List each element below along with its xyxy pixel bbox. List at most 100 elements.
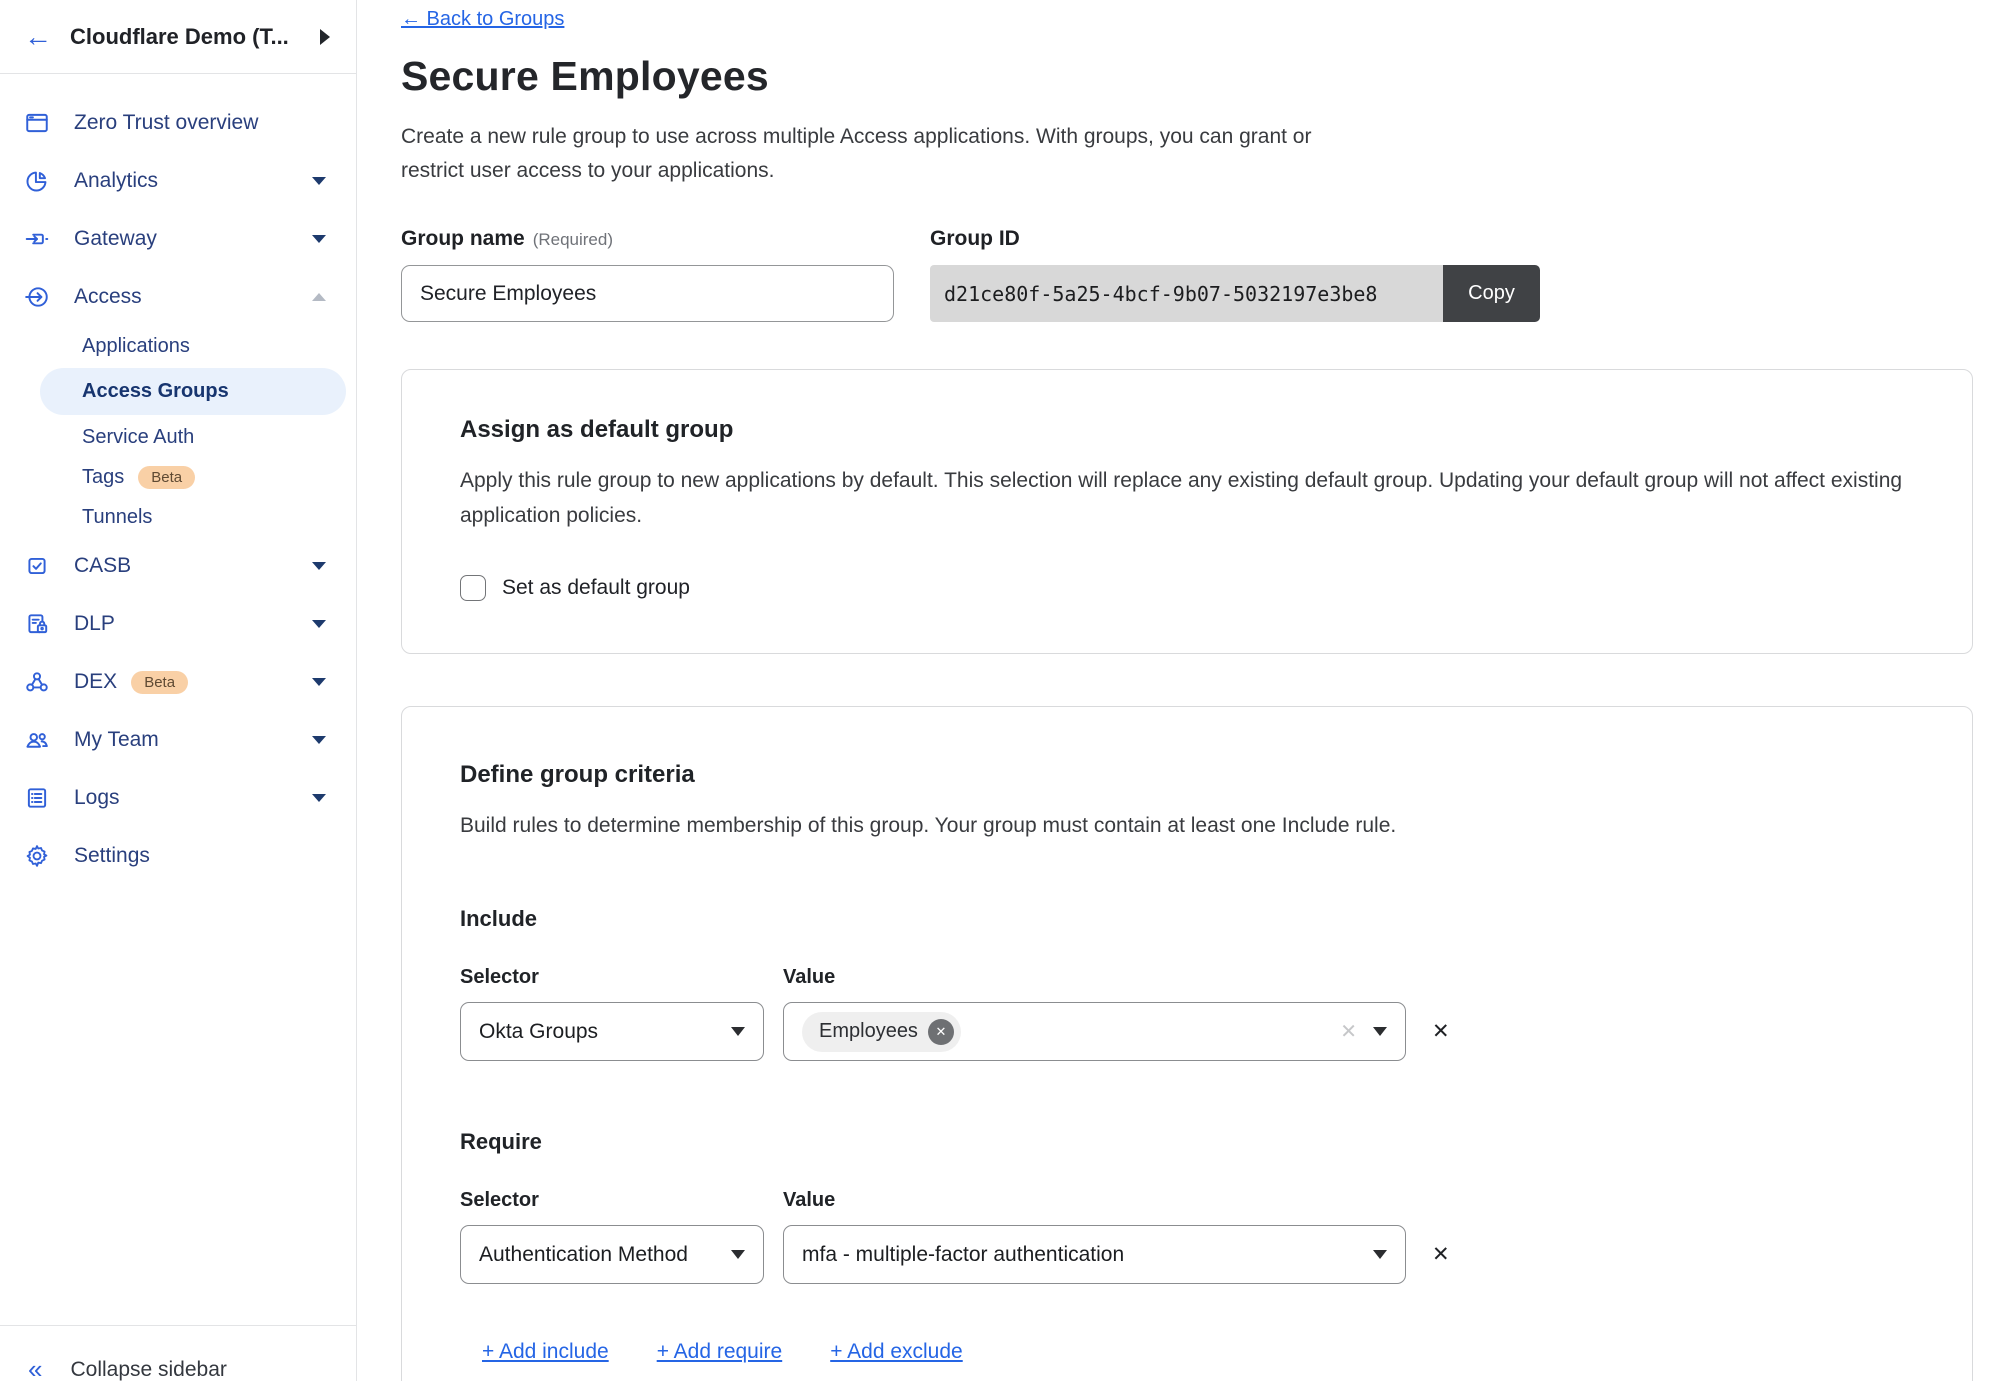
- set-default-group-label: Set as default group: [502, 576, 690, 600]
- sidebar-item-access-groups[interactable]: Access Groups: [40, 368, 346, 415]
- criteria-card-description: Build rules to determine membership of t…: [460, 809, 1914, 844]
- chevron-down-icon: [1373, 1250, 1387, 1259]
- group-identity-row: Group name (Required) Group ID d21ce80f-5…: [401, 227, 1971, 322]
- list-icon: [24, 784, 52, 812]
- sidebar-item-label: Analytics: [74, 169, 312, 193]
- casb-check-box-icon: [24, 552, 52, 580]
- chevron-down-icon[interactable]: [312, 678, 326, 686]
- include-heading: Include: [460, 906, 1914, 932]
- group-name-input[interactable]: [401, 265, 894, 322]
- sidebar-item-label: My Team: [74, 728, 312, 752]
- back-to-groups-link[interactable]: ← Back to Groups: [401, 8, 564, 31]
- group-name-field-group: Group name (Required): [401, 227, 894, 322]
- collapse-sidebar-label: Collapse sidebar: [70, 1358, 226, 1381]
- require-value-label: Value: [783, 1189, 835, 1212]
- sidebar-item-label: Access: [74, 285, 312, 309]
- beta-badge: Beta: [131, 671, 188, 694]
- default-group-card-title: Assign as default group: [460, 416, 1914, 444]
- sidebar-item-my-team[interactable]: My Team: [0, 711, 356, 769]
- sidebar-item-applications[interactable]: Applications: [0, 326, 356, 366]
- browser-window-icon: [24, 109, 52, 137]
- chip-remove-icon[interactable]: ✕: [928, 1019, 954, 1045]
- sidebar-item-dex[interactable]: DEX Beta: [0, 653, 356, 711]
- sidebar-header: ← Cloudflare Demo (T...: [0, 0, 356, 74]
- value-chip-label: Employees: [819, 1020, 918, 1043]
- group-id-label: Group ID: [930, 227, 1540, 251]
- add-exclude-link[interactable]: + Add exclude: [830, 1340, 963, 1364]
- value-chip: Employees ✕: [802, 1012, 961, 1052]
- account-title: Cloudflare Demo (T...: [70, 24, 320, 50]
- collapse-sidebar-button[interactable]: « Collapse sidebar: [0, 1325, 356, 1381]
- double-chevron-left-icon: «: [28, 1359, 42, 1380]
- sidebar-item-label: Zero Trust overview: [74, 111, 326, 135]
- sidebar-item-access[interactable]: Access: [0, 268, 356, 326]
- page-title: Secure Employees: [401, 53, 1971, 100]
- document-lock-icon: [24, 610, 52, 638]
- add-require-link[interactable]: + Add require: [657, 1340, 783, 1364]
- copy-button[interactable]: Copy: [1443, 265, 1540, 322]
- chevron-down-icon[interactable]: [312, 736, 326, 744]
- add-include-link[interactable]: + Add include: [482, 1340, 609, 1364]
- rule-actions-row: + Add include + Add require + Add exclud…: [482, 1340, 1914, 1364]
- remove-require-rule-button[interactable]: ✕: [1432, 1242, 1450, 1267]
- sidebar-item-label: DLP: [74, 612, 312, 636]
- expand-right-icon[interactable]: [320, 29, 330, 45]
- sidebar-item-logs[interactable]: Logs: [0, 769, 356, 827]
- gateway-icon: [24, 225, 52, 253]
- sidebar-item-zero-trust-overview[interactable]: Zero Trust overview: [0, 94, 356, 152]
- sidebar-item-label: Tags: [82, 466, 124, 489]
- require-selector-value: Authentication Method: [479, 1243, 717, 1267]
- require-value-value: mfa - multiple-factor authentication: [802, 1243, 1357, 1267]
- sidebar-item-tags[interactable]: Tags Beta: [0, 457, 356, 497]
- page-description: Create a new rule group to use across mu…: [401, 120, 1366, 187]
- sidebar-item-text: DEX: [74, 670, 117, 694]
- sidebar-item-label: Logs: [74, 786, 312, 810]
- include-rule-row: Okta Groups Employees ✕ ✕ ✕: [460, 1002, 1914, 1061]
- remove-include-rule-button[interactable]: ✕: [1432, 1019, 1450, 1044]
- sidebar-item-service-auth[interactable]: Service Auth: [0, 417, 356, 457]
- require-heading: Require: [460, 1129, 1914, 1155]
- login-arrow-icon: [24, 283, 52, 311]
- group-id-field-group: Group ID d21ce80f-5a25-4bcf-9b07-5032197…: [930, 227, 1540, 322]
- sidebar-item-settings[interactable]: Settings: [0, 827, 356, 885]
- sidebar-item-analytics[interactable]: Analytics: [0, 152, 356, 210]
- back-arrow-icon[interactable]: ←: [24, 23, 52, 51]
- group-name-label: Group name (Required): [401, 227, 894, 251]
- sidebar-item-casb[interactable]: CASB: [0, 537, 356, 595]
- main-content: ← Back to Groups Secure Employees Create…: [357, 0, 1999, 1381]
- default-group-card: Assign as default group Apply this rule …: [401, 369, 1973, 654]
- require-value-select[interactable]: mfa - multiple-factor authentication: [783, 1225, 1406, 1284]
- set-default-group-checkbox[interactable]: [460, 575, 486, 601]
- sidebar-item-label: Settings: [74, 844, 326, 868]
- sidebar-item-gateway[interactable]: Gateway: [0, 210, 356, 268]
- chevron-down-icon[interactable]: [312, 562, 326, 570]
- sidebar: ← Cloudflare Demo (T... Zero Trust overv…: [0, 0, 357, 1381]
- gear-icon: [24, 842, 52, 870]
- sidebar-item-dlp[interactable]: DLP: [0, 595, 356, 653]
- criteria-card-title: Define group criteria: [460, 761, 1914, 789]
- sidebar-item-label: CASB: [74, 554, 312, 578]
- default-group-card-description: Apply this rule group to new application…: [460, 464, 1914, 533]
- clear-values-icon[interactable]: ✕: [1340, 1019, 1357, 1044]
- chevron-down-icon[interactable]: [312, 794, 326, 802]
- include-value-multiselect[interactable]: Employees ✕ ✕: [783, 1002, 1406, 1061]
- require-selector-label: Selector: [460, 1189, 783, 1212]
- chevron-down-icon[interactable]: [312, 235, 326, 243]
- include-selector-select[interactable]: Okta Groups: [460, 1002, 764, 1061]
- chevron-down-icon[interactable]: [312, 177, 326, 185]
- pie-chart-icon: [24, 167, 52, 195]
- app-window: ← Cloudflare Demo (T... Zero Trust overv…: [0, 0, 1999, 1381]
- chevron-up-icon[interactable]: [312, 293, 326, 301]
- group-name-label-text: Group name: [401, 227, 525, 250]
- require-selector-select[interactable]: Authentication Method: [460, 1225, 764, 1284]
- sidebar-item-label: Gateway: [74, 227, 312, 251]
- criteria-card: Define group criteria Build rules to det…: [401, 706, 1973, 1381]
- group-id-value: d21ce80f-5a25-4bcf-9b07-5032197e3be8: [930, 265, 1443, 322]
- chevron-down-icon[interactable]: [312, 620, 326, 628]
- access-submenu: Applications Access Groups Service Auth …: [0, 326, 356, 537]
- people-icon: [24, 726, 52, 754]
- required-hint: (Required): [533, 230, 613, 249]
- network-nodes-icon: [24, 668, 52, 696]
- include-selector-value: Okta Groups: [479, 1020, 717, 1044]
- sidebar-item-tunnels[interactable]: Tunnels: [0, 497, 356, 537]
